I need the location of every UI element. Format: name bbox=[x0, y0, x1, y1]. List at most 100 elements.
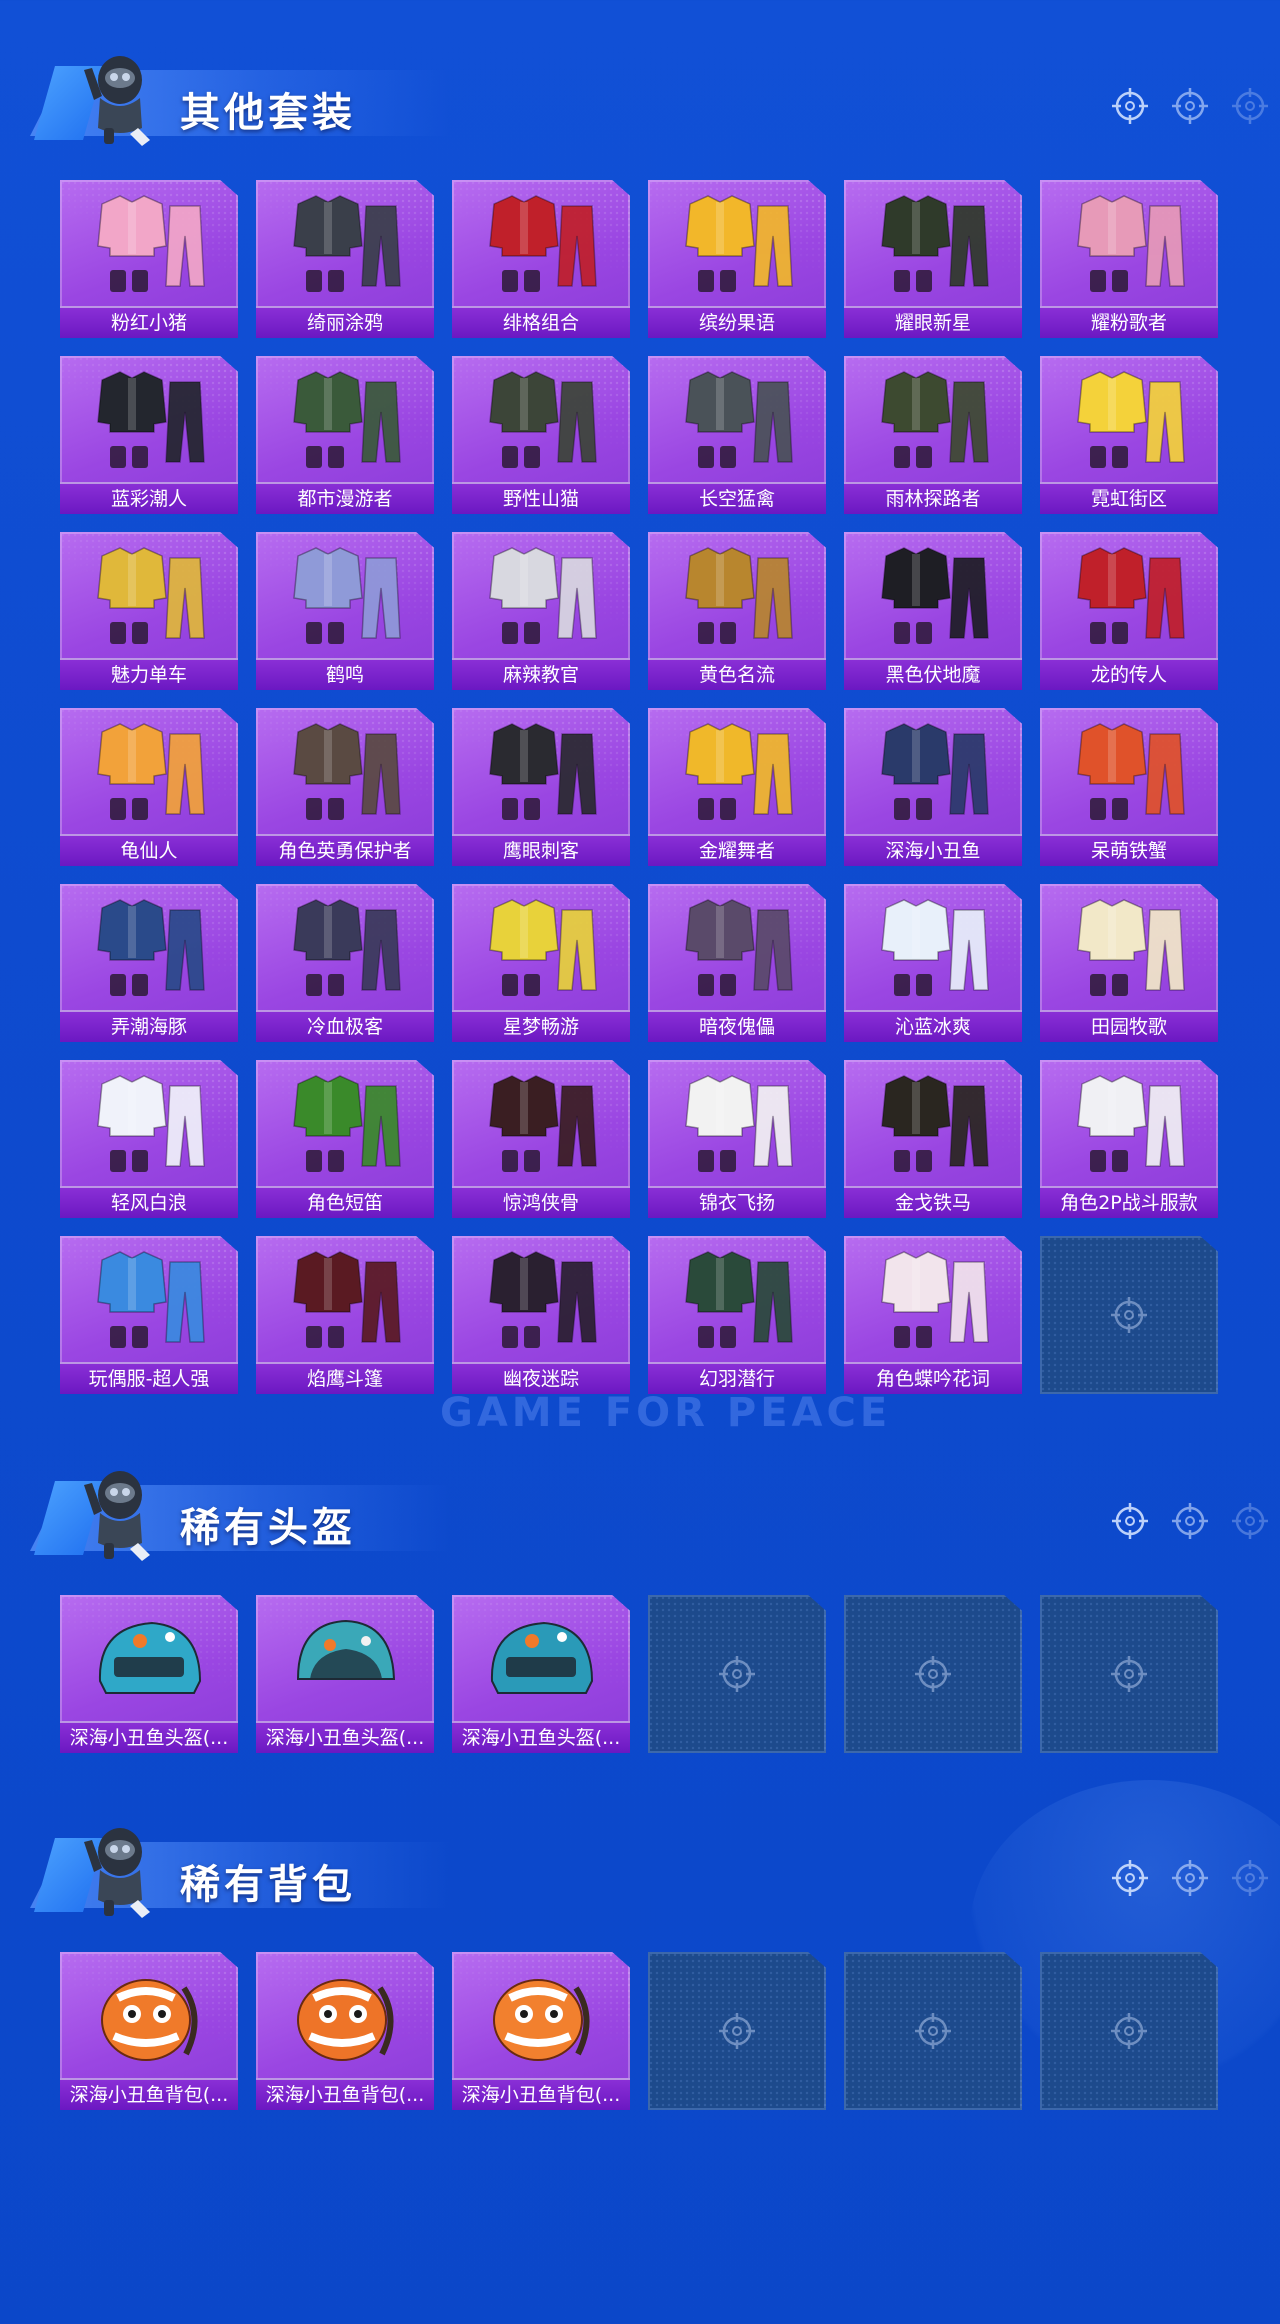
item-card[interactable]: 星梦畅游 bbox=[452, 884, 630, 1042]
item-image bbox=[1054, 538, 1204, 654]
item-card[interactable]: 魅力单车 bbox=[60, 532, 238, 690]
item-grid: 深海小丑鱼背包(... 深海小丑鱼背包(... 深海小丑鱼背包(... bbox=[60, 1952, 1218, 2110]
item-card[interactable]: 轻风白浪 bbox=[60, 1060, 238, 1218]
item-card[interactable]: 黑色伏地魔 bbox=[844, 532, 1022, 690]
item-card[interactable]: 都市漫游者 bbox=[256, 356, 434, 514]
crosshair-icon bbox=[1170, 1858, 1210, 1898]
item-image bbox=[466, 186, 616, 302]
crosshair-icon bbox=[913, 2011, 953, 2051]
item-card[interactable]: 耀眼新星 bbox=[844, 180, 1022, 338]
item-card[interactable]: 冷血极客 bbox=[256, 884, 434, 1042]
item-card[interactable]: 焰鹰斗篷 bbox=[256, 1236, 434, 1394]
crosshair-icon bbox=[1109, 1295, 1149, 1335]
item-label: 绯格组合 bbox=[452, 306, 630, 338]
item-card[interactable]: 暗夜傀儡 bbox=[648, 884, 826, 1042]
item-card[interactable]: 深海小丑鱼 bbox=[844, 708, 1022, 866]
item-label: 深海小丑鱼 bbox=[844, 834, 1022, 866]
item-image bbox=[466, 1242, 616, 1358]
empty-slot bbox=[1040, 1952, 1218, 2110]
item-card[interactable]: 幻羽潜行 bbox=[648, 1236, 826, 1394]
item-card[interactable]: 缤纷果语 bbox=[648, 180, 826, 338]
item-card[interactable]: 幽夜迷踪 bbox=[452, 1236, 630, 1394]
item-label: 鹰眼刺客 bbox=[452, 834, 630, 866]
item-image bbox=[662, 1066, 812, 1182]
item-card[interactable]: 金戈铁马 bbox=[844, 1060, 1022, 1218]
item-label: 麻辣教官 bbox=[452, 658, 630, 690]
section-title: 稀有头盔 bbox=[180, 1505, 356, 1551]
item-card[interactable]: 粉红小猪 bbox=[60, 180, 238, 338]
item-image bbox=[858, 890, 1008, 1006]
item-image bbox=[858, 362, 1008, 478]
item-label: 田园牧歌 bbox=[1040, 1010, 1218, 1042]
item-card[interactable]: 角色蝶吟花词 bbox=[844, 1236, 1022, 1394]
item-card[interactable]: 角色2P战斗服款 bbox=[1040, 1060, 1218, 1218]
item-label: 深海小丑鱼头盔(... bbox=[452, 1721, 630, 1753]
item-grid: 深海小丑鱼头盔(... 深海小丑鱼头盔(... 深海小丑鱼头盔(... bbox=[60, 1595, 1218, 1753]
item-image bbox=[270, 714, 420, 830]
item-card[interactable]: 深海小丑鱼头盔(... bbox=[256, 1595, 434, 1753]
item-label: 沁蓝冰爽 bbox=[844, 1010, 1022, 1042]
item-card[interactable]: 玩偶服-超人强 bbox=[60, 1236, 238, 1394]
item-label: 鹤鸣 bbox=[256, 658, 434, 690]
item-card[interactable]: 田园牧歌 bbox=[1040, 884, 1218, 1042]
item-label: 玩偶服-超人强 bbox=[60, 1362, 238, 1394]
item-label: 角色英勇保护者 bbox=[256, 834, 434, 866]
item-card[interactable]: 呆萌铁蟹 bbox=[1040, 708, 1218, 866]
item-card[interactable]: 沁蓝冰爽 bbox=[844, 884, 1022, 1042]
item-card[interactable]: 金耀舞者 bbox=[648, 708, 826, 866]
section-header: 稀有头盔 bbox=[30, 1455, 1270, 1565]
item-card[interactable]: 角色短笛 bbox=[256, 1060, 434, 1218]
item-image bbox=[466, 362, 616, 478]
item-image bbox=[466, 714, 616, 830]
item-card[interactable]: 耀粉歌者 bbox=[1040, 180, 1218, 338]
item-image bbox=[858, 1066, 1008, 1182]
item-label: 金耀舞者 bbox=[648, 834, 826, 866]
item-image bbox=[662, 890, 812, 1006]
item-card[interactable]: 蓝彩潮人 bbox=[60, 356, 238, 514]
item-card[interactable]: 深海小丑鱼背包(... bbox=[256, 1952, 434, 2110]
item-card[interactable]: 深海小丑鱼背包(... bbox=[452, 1952, 630, 2110]
item-label: 雨林探路者 bbox=[844, 482, 1022, 514]
item-label: 角色2P战斗服款 bbox=[1040, 1186, 1218, 1218]
item-image bbox=[74, 714, 224, 830]
item-card[interactable]: 龙的传人 bbox=[1040, 532, 1218, 690]
mascot-icon bbox=[80, 40, 160, 150]
item-card[interactable]: 绮丽涂鸦 bbox=[256, 180, 434, 338]
item-card[interactable]: 深海小丑鱼背包(... bbox=[60, 1952, 238, 2110]
crosshair-icon bbox=[1170, 86, 1210, 126]
item-label: 幻羽潜行 bbox=[648, 1362, 826, 1394]
item-card[interactable]: 龟仙人 bbox=[60, 708, 238, 866]
item-label: 金戈铁马 bbox=[844, 1186, 1022, 1218]
item-image bbox=[270, 1066, 420, 1182]
item-card[interactable]: 角色英勇保护者 bbox=[256, 708, 434, 866]
item-label: 深海小丑鱼背包(... bbox=[452, 2078, 630, 2110]
item-grid: 粉红小猪 绮丽涂鸦 绯格组合 缤纷果语 耀眼新星 耀粉歌者 蓝彩潮人 都市漫游者… bbox=[60, 180, 1218, 1394]
item-card[interactable]: 黄色名流 bbox=[648, 532, 826, 690]
item-image bbox=[74, 890, 224, 1006]
item-image bbox=[270, 1242, 420, 1358]
item-card[interactable]: 锦衣飞扬 bbox=[648, 1060, 826, 1218]
item-card[interactable]: 惊鸿侠骨 bbox=[452, 1060, 630, 1218]
item-card[interactable]: 霓虹街区 bbox=[1040, 356, 1218, 514]
item-image bbox=[74, 186, 224, 302]
crosshair-icon bbox=[1230, 1501, 1270, 1541]
item-card[interactable]: 鹰眼刺客 bbox=[452, 708, 630, 866]
item-label: 长空猛禽 bbox=[648, 482, 826, 514]
item-card[interactable]: 鹤鸣 bbox=[256, 532, 434, 690]
crosshair-icon bbox=[717, 2011, 757, 2051]
item-image bbox=[858, 538, 1008, 654]
item-card[interactable]: 长空猛禽 bbox=[648, 356, 826, 514]
item-label: 深海小丑鱼头盔(... bbox=[60, 1721, 238, 1753]
item-image bbox=[270, 890, 420, 1006]
item-card[interactable]: 雨林探路者 bbox=[844, 356, 1022, 514]
item-card[interactable]: 绯格组合 bbox=[452, 180, 630, 338]
item-card[interactable]: 麻辣教官 bbox=[452, 532, 630, 690]
item-card[interactable]: 野性山猫 bbox=[452, 356, 630, 514]
item-card[interactable]: 深海小丑鱼头盔(... bbox=[60, 1595, 238, 1753]
item-image bbox=[466, 1958, 616, 2074]
item-image bbox=[858, 186, 1008, 302]
item-label: 霓虹街区 bbox=[1040, 482, 1218, 514]
item-card[interactable]: 深海小丑鱼头盔(... bbox=[452, 1595, 630, 1753]
item-card[interactable]: 弄潮海豚 bbox=[60, 884, 238, 1042]
item-label: 魅力单车 bbox=[60, 658, 238, 690]
